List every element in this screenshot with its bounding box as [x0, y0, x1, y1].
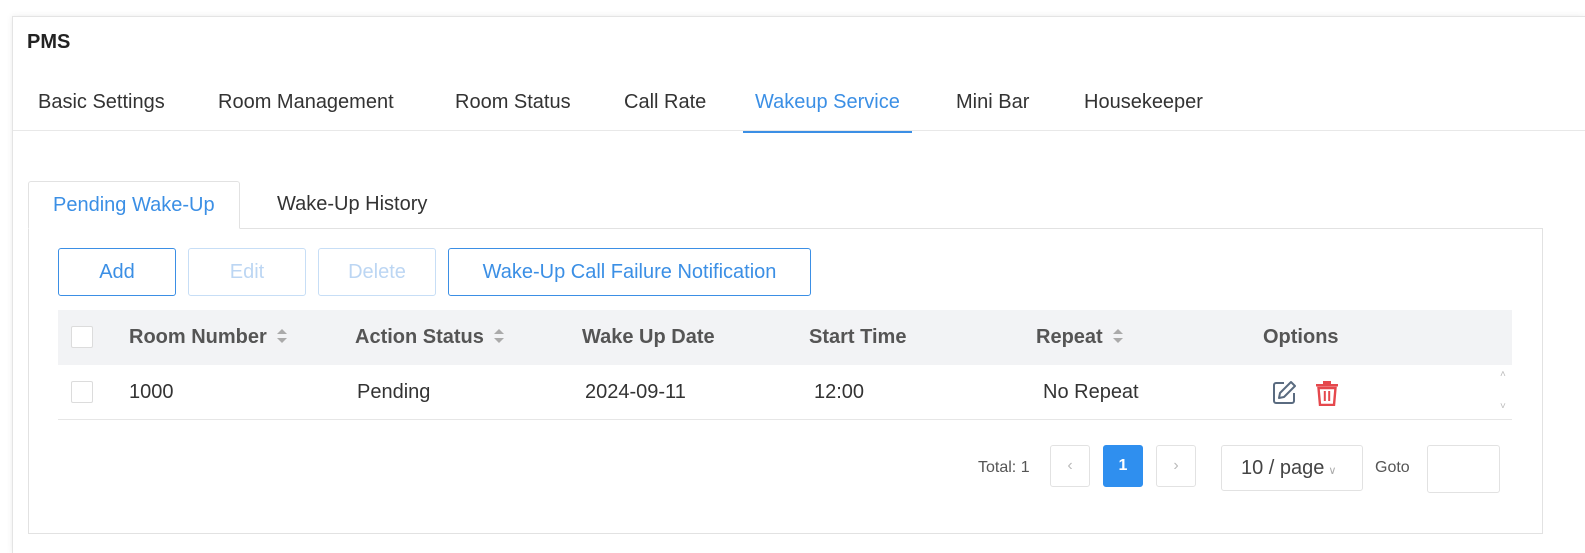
- column-repeat-label: Repeat: [1036, 326, 1103, 348]
- column-wake-up-date: Wake Up Date: [582, 326, 715, 348]
- goto-page-input[interactable]: [1427, 445, 1500, 493]
- page-size-select[interactable]: 10 / page ∨: [1221, 445, 1363, 491]
- main-tab-bar: Basic Settings Room Management Room Stat…: [13, 87, 1585, 133]
- trash-icon[interactable]: [1315, 380, 1341, 407]
- tab-room-management[interactable]: Room Management: [218, 87, 394, 131]
- column-repeat[interactable]: Repeat: [1036, 310, 1123, 365]
- failure-notification-button[interactable]: Wake-Up Call Failure Notification: [448, 248, 811, 296]
- column-options: Options: [1263, 326, 1339, 348]
- tab-mini-bar[interactable]: Mini Bar: [956, 87, 1029, 131]
- sort-icon[interactable]: [276, 328, 287, 343]
- scroll-up-icon[interactable]: ˄: [1500, 369, 1506, 380]
- subtab-pending-wake-up[interactable]: Pending Wake-Up: [28, 181, 240, 229]
- add-button[interactable]: Add: [58, 248, 176, 296]
- tab-basic-settings[interactable]: Basic Settings: [38, 87, 165, 131]
- pms-window: PMS Basic Settings Room Management Room …: [12, 16, 1585, 553]
- goto-label: Goto: [1375, 459, 1410, 476]
- column-room-number[interactable]: Room Number: [129, 310, 287, 365]
- prev-page-button[interactable]: ‹: [1050, 445, 1090, 487]
- column-room-number-label: Room Number: [129, 326, 267, 348]
- cell-wake-up-date: 2024-09-11: [585, 381, 686, 403]
- tab-call-rate[interactable]: Call Rate: [624, 87, 706, 131]
- row-checkbox[interactable]: [71, 381, 93, 403]
- chevron-down-icon: ∨: [1328, 465, 1337, 477]
- column-action-status[interactable]: Action Status: [355, 310, 504, 365]
- edit-button[interactable]: Edit: [188, 248, 306, 296]
- pagination-total: Total: 1: [978, 459, 1030, 476]
- column-start-time: Start Time: [809, 326, 907, 348]
- page-title: PMS: [27, 31, 71, 53]
- scroll-down-icon[interactable]: ˅: [1500, 401, 1506, 412]
- tab-wakeup-service[interactable]: Wakeup Service: [743, 87, 912, 133]
- page-size-value: 10 / page: [1241, 457, 1325, 479]
- edit-icon[interactable]: [1271, 380, 1297, 406]
- sort-icon[interactable]: [493, 328, 504, 343]
- table-row: 1000 Pending 2024-09-11 12:00 No Repeat: [58, 365, 1512, 420]
- table-header: Room Number Action Status Wake Up Date S…: [58, 310, 1512, 365]
- next-page-button[interactable]: ›: [1156, 445, 1196, 487]
- tab-housekeeper[interactable]: Housekeeper: [1084, 87, 1203, 131]
- column-action-status-label: Action Status: [355, 326, 484, 348]
- page-number-button[interactable]: 1: [1103, 445, 1143, 487]
- select-all-checkbox[interactable]: [71, 326, 93, 348]
- cell-repeat: No Repeat: [1043, 381, 1139, 403]
- sort-icon[interactable]: [1112, 328, 1123, 343]
- subtab-wake-up-history[interactable]: Wake-Up History: [253, 181, 451, 229]
- cell-action-status: Pending: [357, 381, 431, 403]
- cell-start-time: 12:00: [814, 381, 865, 403]
- cell-room-number: 1000: [129, 381, 174, 403]
- tab-room-status[interactable]: Room Status: [455, 87, 571, 131]
- delete-button[interactable]: Delete: [318, 248, 436, 296]
